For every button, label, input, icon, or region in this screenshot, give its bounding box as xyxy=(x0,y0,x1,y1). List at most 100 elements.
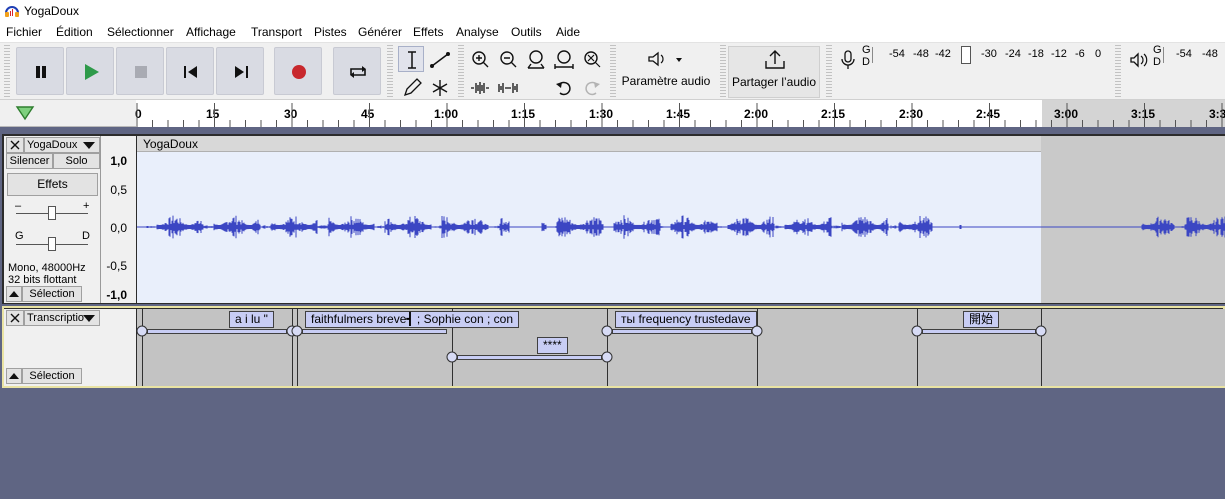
menu-transport[interactable]: Transport xyxy=(251,25,302,39)
skip-start-button[interactable] xyxy=(166,47,214,95)
collapse-track-button[interactable] xyxy=(6,286,22,302)
meter-tick: -48 xyxy=(913,48,929,60)
envelope-icon xyxy=(430,52,450,68)
label-edge-handle[interactable] xyxy=(446,351,458,363)
meter-tick: -18 xyxy=(1028,48,1044,60)
silence-button[interactable] xyxy=(494,74,520,100)
gain-plus-label: + xyxy=(83,200,90,212)
close-track-button[interactable] xyxy=(6,137,24,153)
toolbar-grip[interactable] xyxy=(1115,45,1121,97)
track-format: Mono, 48000Hz xyxy=(8,262,86,274)
skip-end-button[interactable] xyxy=(216,47,264,95)
track-select-button[interactable]: Sélection xyxy=(22,368,82,384)
label-track-controls: Transcriptio Sélection xyxy=(4,309,101,386)
share-audio-label: Partager l’audio xyxy=(731,75,817,89)
label-edge-handle[interactable] xyxy=(751,325,763,337)
ruler-ticks xyxy=(136,103,1223,127)
collapse-arrow-icon xyxy=(9,291,19,297)
menu-edit[interactable]: Édition xyxy=(56,25,93,39)
skip-to-end-icon xyxy=(235,66,248,78)
record-icon xyxy=(292,65,306,79)
menu-help[interactable]: Aide xyxy=(556,25,580,39)
label-edge-handle[interactable] xyxy=(601,351,613,363)
record-meter-button[interactable] xyxy=(834,46,860,72)
audio-setup-button[interactable]: Paramètre audio xyxy=(618,46,714,98)
playback-meter-button[interactable] xyxy=(1124,46,1150,72)
stop-button[interactable] xyxy=(116,47,164,95)
loop-button[interactable] xyxy=(333,47,381,95)
menu-select[interactable]: Sélectionner xyxy=(107,25,174,39)
close-track-button[interactable] xyxy=(6,310,24,326)
label-edge-handle[interactable] xyxy=(911,325,923,337)
menu-generate[interactable]: Générer xyxy=(358,25,402,39)
mute-button[interactable]: Silencer xyxy=(6,153,53,169)
pan-slider-thumb[interactable] xyxy=(48,237,56,251)
dropdown-arrow-icon xyxy=(83,142,95,149)
menu-effects[interactable]: Effets xyxy=(413,25,443,39)
toolbar-grip[interactable] xyxy=(4,45,10,97)
menu-tracks[interactable]: Pistes xyxy=(314,25,347,39)
zoom-toggle-button[interactable] xyxy=(578,46,604,72)
envelope-tool[interactable] xyxy=(426,46,452,72)
playback-meter[interactable]: -54 -48 xyxy=(1163,47,1225,63)
record-meter[interactable]: -54 -48 -42 - -30 -24 -18 -12 -6 0 xyxy=(872,46,1108,64)
gain-slider-thumb[interactable] xyxy=(48,206,56,220)
label-edge-handle[interactable] xyxy=(137,325,148,337)
toolbar-grip[interactable] xyxy=(826,45,832,97)
track-name-menu[interactable]: YogaDoux xyxy=(24,137,100,153)
meter-slider-thumb[interactable] xyxy=(961,46,971,64)
audio-track-controls: YogaDoux Silencer Solo Effets – + G D Mo… xyxy=(4,136,101,303)
zoom-fit-icon xyxy=(554,50,574,69)
microphone-icon xyxy=(841,50,855,69)
label-edge-handle[interactable] xyxy=(1035,325,1047,337)
effects-button[interactable]: Effets xyxy=(7,173,98,196)
zoom-out-button[interactable] xyxy=(494,46,520,72)
label-handles[interactable] xyxy=(137,309,1225,386)
menu-view[interactable]: Affichage xyxy=(186,25,236,39)
redo-icon xyxy=(585,81,600,96)
redo-button[interactable] xyxy=(578,74,604,100)
speaker-icon xyxy=(1130,52,1148,68)
waveform[interactable] xyxy=(137,152,1225,303)
share-audio-button[interactable]: Partager l’audio xyxy=(728,46,820,98)
silence-audio-icon xyxy=(498,83,518,93)
track-select-button[interactable]: Sélection xyxy=(22,286,82,302)
toolbar-grip[interactable] xyxy=(610,45,616,97)
zoom-toggle-icon xyxy=(584,51,601,68)
toolbar-grip[interactable] xyxy=(720,45,726,97)
selection-tool[interactable] xyxy=(398,46,424,72)
trim-button[interactable] xyxy=(466,74,492,100)
fit-selection-button[interactable] xyxy=(522,46,548,72)
zoom-in-icon xyxy=(472,51,489,68)
asterisk-icon xyxy=(432,80,448,96)
fit-project-button[interactable] xyxy=(550,46,576,72)
meter-tick: -42 xyxy=(935,48,951,60)
zoom-in-button[interactable] xyxy=(466,46,492,72)
undo-button[interactable] xyxy=(550,74,576,100)
dropdown-arrow-icon xyxy=(83,315,95,322)
toolbar-grip[interactable] xyxy=(458,45,464,97)
clip-title-bar[interactable]: YogaDoux xyxy=(137,136,1041,152)
play-button[interactable] xyxy=(66,47,114,95)
label-track-body[interactable]: a i lu " faithfulmers breve┫ ; Sophie co… xyxy=(137,309,1225,386)
record-button[interactable] xyxy=(274,47,322,95)
meter-tick: -54 xyxy=(1176,48,1192,60)
multi-tool[interactable] xyxy=(426,74,452,100)
solo-button[interactable]: Solo xyxy=(53,153,100,169)
pause-icon xyxy=(36,66,46,78)
meter-tick: -6 xyxy=(1075,48,1085,60)
pause-button[interactable] xyxy=(16,47,64,95)
meter-tick: 0 xyxy=(1095,48,1102,60)
collapse-track-button[interactable] xyxy=(6,368,22,384)
menu-analyze[interactable]: Analyse xyxy=(456,25,499,39)
trim-audio-icon xyxy=(471,82,489,94)
menu-file[interactable]: Fichier xyxy=(6,25,42,39)
track-bit-depth: 32 bits flottant xyxy=(8,274,77,286)
menu-tools[interactable]: Outils xyxy=(511,25,542,39)
track-name-menu[interactable]: Transcriptio xyxy=(24,310,100,326)
label-edge-handle[interactable] xyxy=(291,325,303,337)
stop-icon xyxy=(135,66,147,78)
toolbar-grip[interactable] xyxy=(387,45,393,97)
draw-tool[interactable] xyxy=(398,74,424,100)
label-edge-handle[interactable] xyxy=(601,325,613,337)
